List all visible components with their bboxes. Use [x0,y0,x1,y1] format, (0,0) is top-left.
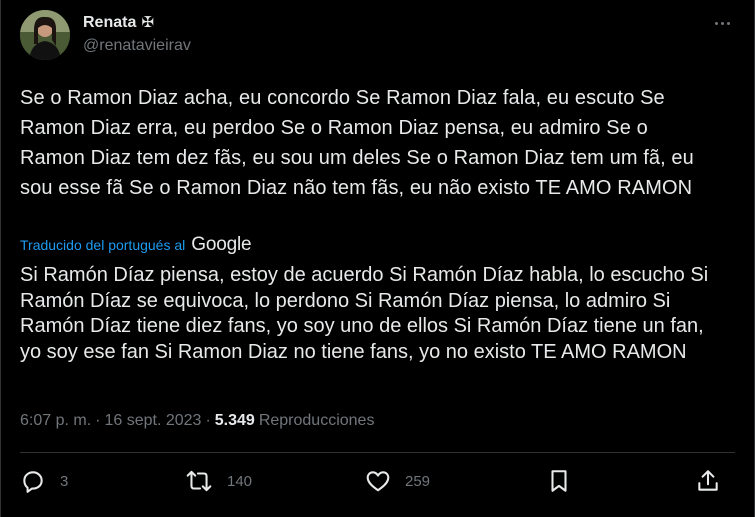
meta-separator-2: · [205,412,211,429]
views-label[interactable]: Reproducciones [259,410,375,432]
like-count: 259 [405,472,431,490]
reply-count: 3 [60,472,69,490]
like-icon [365,468,391,494]
display-name[interactable]: Renata [83,13,136,33]
retweet-button[interactable]: 140 [185,468,252,494]
share-icon [696,468,720,494]
views-count[interactable]: 5.349 [215,410,255,432]
bookmark-icon [547,468,571,494]
user-handle[interactable]: @renatavieirav [83,36,191,56]
tweet-translated-text: Si Ramón Díaz piensa, estoy de acuerdo S… [20,264,709,363]
tweet-original-text: Se o Ramon Diaz acha, eu concordo Se Ram… [20,87,694,199]
action-bar: 3 140 259 [20,468,726,500]
translation-label[interactable]: Traducido del portugués al [20,237,185,253]
tweet-time[interactable]: 6:07 p. m. [20,410,91,432]
like-button[interactable]: 259 [365,468,430,494]
tweet-header: Renata ✠ @renatavieirav [20,10,191,60]
share-button[interactable] [696,468,720,494]
more-icon [713,21,731,25]
author-names: Renata ✠ @renatavieirav [83,13,191,56]
meta-separator: · [95,412,101,429]
retweet-icon [185,468,213,494]
divider [20,452,735,453]
retweet-count: 140 [227,472,253,490]
reply-button[interactable]: 3 [20,468,68,494]
more-options-button[interactable] [710,14,734,32]
display-name-row[interactable]: Renata ✠ [83,13,191,33]
tweet-meta: 6:07 p. m. · 16 sept. 2023 · 5.349 Repro… [20,410,374,432]
bookmark-button[interactable] [547,468,571,494]
cross-emoji-icon: ✠ [141,14,154,31]
translation-attribution[interactable]: Traducido del portugués al Google [20,234,252,256]
avatar[interactable] [20,10,70,60]
reply-icon [20,468,46,494]
tweet-card: Renata ✠ @renatavieirav Se o Ramon Diaz … [0,0,755,517]
google-logo: Google [191,234,252,255]
tweet-date[interactable]: 16 sept. 2023 [104,410,201,432]
